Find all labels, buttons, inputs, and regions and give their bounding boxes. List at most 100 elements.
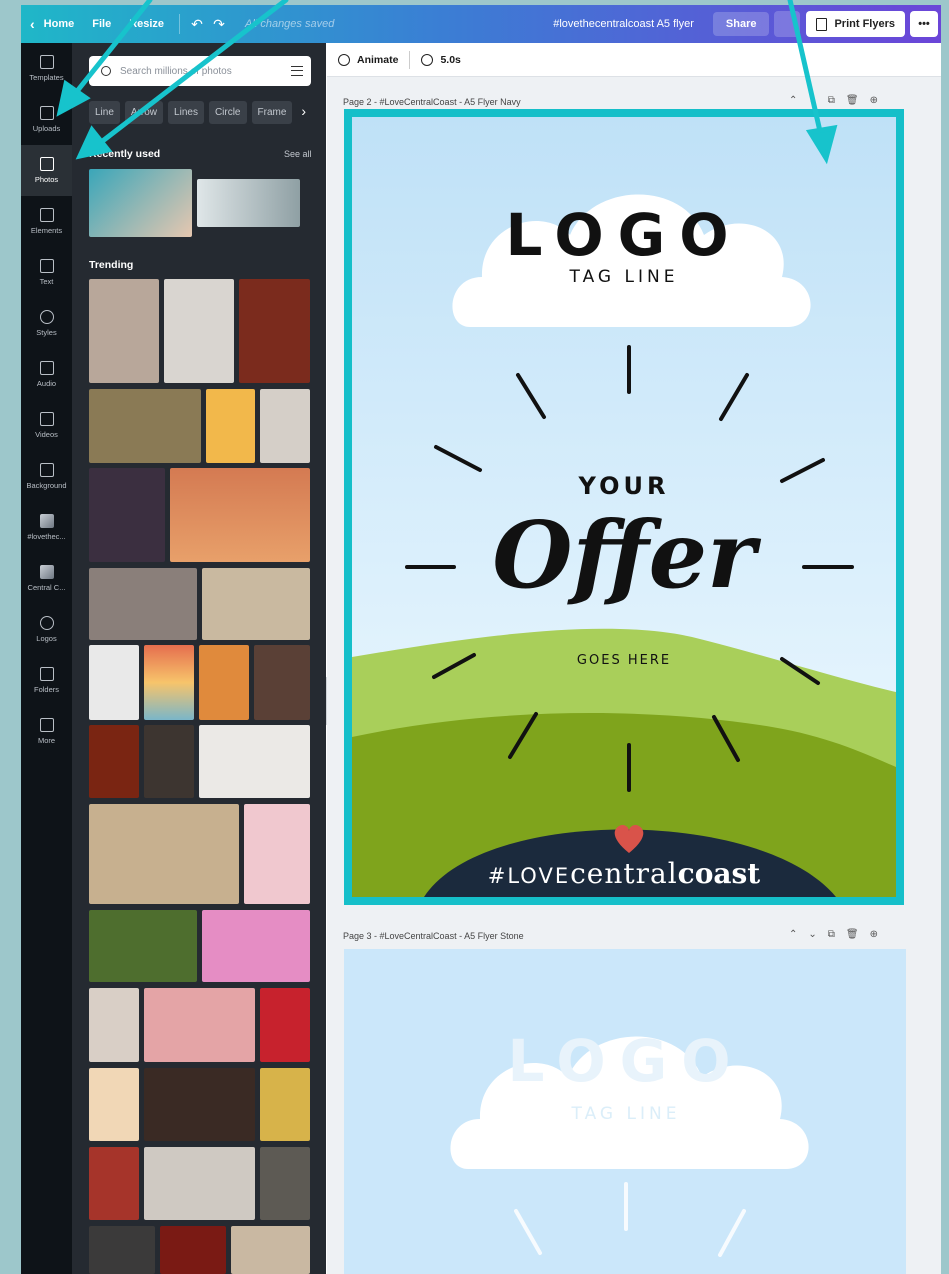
rail-item-elements[interactable]: Elements	[21, 196, 72, 247]
photo-thumbnail[interactable]	[89, 1226, 155, 1274]
add-page-icon[interactable]: ⊕	[870, 95, 889, 106]
chip-lines[interactable]: Lines	[168, 101, 204, 124]
photo-thumbnail[interactable]	[89, 568, 197, 640]
redo-icon[interactable]: ↷	[208, 16, 230, 33]
photo-thumbnail[interactable]	[89, 910, 197, 982]
photo-thumbnail[interactable]	[202, 910, 310, 982]
flyer-tagline[interactable]: TAG LINE	[352, 267, 896, 287]
chevron-up-icon[interactable]: ⌃	[789, 95, 808, 106]
photo-thumbnail[interactable]	[260, 988, 310, 1062]
design-title[interactable]: #lovethecentralcoast A5 flyer	[544, 5, 703, 43]
photo-thumbnail[interactable]	[260, 1068, 310, 1141]
flyer-your[interactable]: YOUR	[352, 472, 896, 500]
photo-thumbnail[interactable]	[89, 468, 165, 562]
add-page-icon[interactable]: ⊕	[870, 929, 889, 940]
photo-thumbnail[interactable]	[160, 1226, 226, 1274]
photo-thumbnail[interactable]	[89, 804, 239, 904]
background-icon	[39, 463, 54, 477]
chip-circle[interactable]: Circle	[208, 101, 247, 124]
animate-button[interactable]: Animate	[327, 53, 409, 66]
photo-thumbnail[interactable]	[206, 389, 255, 463]
flyer-goes-here[interactable]: GOES HERE	[352, 653, 896, 668]
photo-thumbnail[interactable]	[144, 988, 255, 1062]
home-button[interactable]: ‹ Home	[21, 5, 83, 43]
file-menu[interactable]: File	[83, 5, 120, 43]
trash-icon[interactable]: 🗑	[846, 95, 870, 106]
rail-item-text[interactable]: Text	[21, 247, 72, 298]
trash-icon[interactable]: 🗑	[846, 929, 870, 940]
print-flyers-button[interactable]: Print Flyers	[806, 11, 905, 37]
rail-item-audio[interactable]: Audio	[21, 349, 72, 400]
video-icon	[39, 412, 54, 426]
rail-item-label: Logos	[36, 634, 57, 643]
rail-item-background[interactable]: Background	[21, 451, 72, 502]
editor-toolbar: Animate 5.0s	[327, 43, 941, 77]
filter-icon[interactable]	[291, 66, 303, 76]
photo-thumbnail[interactable]	[199, 645, 249, 720]
page-3-controls[interactable]: ⌃⌄⧉🗑⊕	[789, 929, 889, 940]
rail-item-videos[interactable]: Videos	[21, 400, 72, 451]
see-all-link[interactable]: See all	[284, 149, 312, 159]
chip-arrow[interactable]: Arrow	[124, 101, 164, 124]
page-2-controls[interactable]: ⌃⌄⧉🗑⊕	[789, 95, 889, 106]
chevron-down-icon[interactable]: ⌄	[808, 929, 827, 940]
undo-icon[interactable]: ↶	[186, 16, 208, 33]
flyer-page-3[interactable]: LOGO TAG LINE	[344, 949, 906, 1274]
share-button[interactable]: Share	[712, 12, 770, 36]
chip-frame[interactable]: Frame	[251, 101, 293, 124]
chip-line[interactable]: Line	[89, 101, 120, 124]
resize-button[interactable]: Resize	[120, 5, 173, 43]
photo-thumbnail[interactable]	[202, 568, 310, 640]
chevron-right-icon[interactable]: ›	[297, 101, 310, 124]
photo-thumbnail[interactable]	[89, 725, 139, 798]
page-3-label[interactable]: Page 3 - #LoveCentralCoast - A5 Flyer St…	[343, 931, 524, 941]
duplicate-icon[interactable]: ⧉	[828, 929, 846, 940]
download-button[interactable]	[774, 11, 801, 37]
rail-item-more[interactable]: More	[21, 706, 72, 757]
search-input[interactable]: Search millions of photos	[89, 56, 311, 86]
rail-item--lovethec[interactable]: #lovethec...	[21, 502, 72, 553]
photo-thumbnail[interactable]	[260, 389, 310, 463]
photo-thumbnail[interactable]	[89, 169, 192, 237]
photo-thumbnail[interactable]	[164, 279, 234, 383]
photo-thumbnail[interactable]	[89, 645, 139, 720]
rail-item-label: Styles	[36, 328, 57, 337]
photo-thumbnail[interactable]	[244, 804, 310, 904]
photo-thumbnail[interactable]	[89, 988, 139, 1062]
rail-item-styles[interactable]: Styles	[21, 298, 72, 349]
duplicate-icon[interactable]: ⧉	[828, 95, 846, 106]
page-2-label[interactable]: Page 2 - #LoveCentralCoast - A5 Flyer Na…	[343, 97, 521, 107]
flyer-offer[interactable]: Offer	[352, 509, 896, 601]
photo-thumbnail[interactable]	[144, 725, 194, 798]
palette-icon	[39, 310, 54, 324]
photo-thumbnail[interactable]	[260, 1147, 310, 1220]
photo-thumbnail[interactable]	[89, 389, 201, 463]
chevron-up-icon[interactable]: ⌃	[789, 929, 808, 940]
photo-thumbnail[interactable]	[197, 179, 300, 227]
rail-item-logos[interactable]: Logos	[21, 604, 72, 655]
flyer-3-artwork: LOGO TAG LINE	[344, 949, 906, 1274]
flyer-page-2[interactable]: LOGO TAG LINE YOUR Offer GOES HERE #LOVE…	[344, 109, 904, 905]
photo-thumbnail[interactable]	[144, 1147, 255, 1220]
photo-thumbnail[interactable]	[89, 1147, 139, 1220]
photo-thumbnail[interactable]	[231, 1226, 310, 1274]
photo-thumbnail[interactable]	[89, 1068, 139, 1141]
photo-thumbnail[interactable]	[199, 725, 310, 798]
flyer-hashtag[interactable]: #LOVEcentralcoast	[352, 857, 896, 890]
photo-thumbnail[interactable]	[170, 468, 310, 562]
more-options-button[interactable]: •••	[910, 11, 938, 37]
chevron-down-icon[interactable]: ⌄	[808, 95, 827, 106]
rail-item-photos[interactable]: Photos	[21, 145, 72, 196]
photo-thumbnail[interactable]	[144, 645, 194, 720]
photo-thumbnail[interactable]	[254, 645, 310, 720]
photo-thumbnail[interactable]	[89, 279, 159, 383]
rail-item-folders[interactable]: Folders	[21, 655, 72, 706]
rail-item-templates[interactable]: Templates	[21, 43, 72, 94]
logo-icon	[39, 616, 54, 630]
rail-item-uploads[interactable]: Uploads	[21, 94, 72, 145]
photo-thumbnail[interactable]	[239, 279, 310, 383]
photo-thumbnail[interactable]	[144, 1068, 255, 1141]
rail-item-central-c[interactable]: Central C...	[21, 553, 72, 604]
flyer-logo[interactable]: LOGO	[352, 201, 896, 269]
duration-button[interactable]: 5.0s	[410, 53, 471, 66]
